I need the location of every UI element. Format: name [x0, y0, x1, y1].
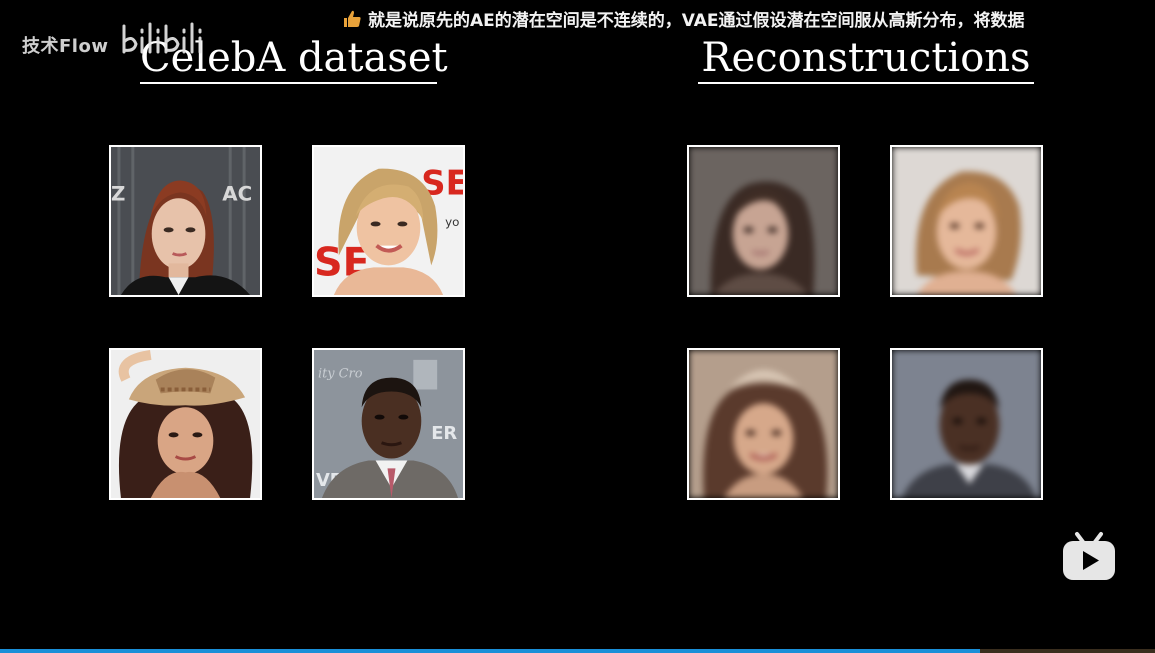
play-button[interactable] — [1061, 530, 1117, 582]
svg-text:AC: AC — [222, 182, 252, 205]
channel-name: 技术Flow — [22, 36, 109, 57]
svg-text:Z: Z — [111, 182, 125, 205]
bilibili-logo — [122, 22, 202, 54]
reconstruction-photo-1 — [687, 145, 840, 297]
svg-text:ity Cro: ity Cro — [318, 367, 363, 382]
danmaku-comment: 就是说原先的AE的潜在空间是不连续的，VAE通过假设潜在空间服从高斯分布，将数据 — [342, 6, 1025, 31]
dataset-photo-1: AC Z — [109, 145, 262, 297]
dataset-photo-3 — [109, 348, 262, 500]
video-progress-remaining — [980, 649, 1155, 653]
thumbs-up-icon — [344, 10, 361, 27]
svg-text:yo: yo — [445, 215, 459, 229]
channel-watermark: 技术Flow — [22, 22, 206, 58]
danmaku-text: 就是说原先的AE的潜在空间是不连续的，VAE通过假设潜在空间服从高斯分布，将数据 — [368, 11, 1025, 31]
svg-text:ER: ER — [431, 423, 457, 444]
dataset-photo-2: SE SE yo — [312, 145, 465, 297]
reconstruction-photo-2 — [890, 145, 1043, 297]
bilibili-play-icon — [1063, 532, 1115, 580]
dataset-photo-4: ity Cro ER VE — [312, 348, 465, 500]
reconstruction-photo-3 — [687, 348, 840, 500]
reconstruction-photo-4 — [890, 348, 1043, 500]
reconstructions-title: Reconstructions — [698, 34, 1034, 84]
